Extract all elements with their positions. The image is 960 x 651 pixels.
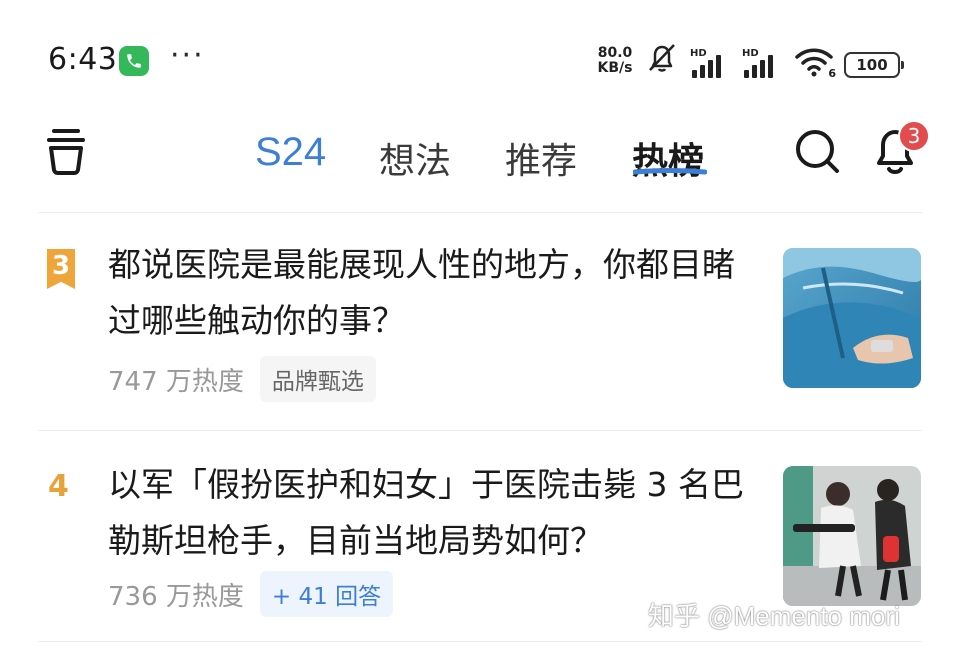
active-tab-indicator: [633, 168, 707, 175]
status-bar: 6:43 ··· 80.0 KB/s HD HD 6 100: [0, 0, 960, 110]
battery-level: 100: [856, 56, 888, 74]
network-speed: 80.0 KB/s: [593, 46, 637, 76]
cell-signal-1-icon: HD: [690, 48, 732, 78]
wifi-label: 6: [828, 67, 836, 80]
phone-call-icon[interactable]: [119, 46, 149, 76]
rank-number: 4: [48, 469, 69, 504]
hot-list-item[interactable]: 3 都说医院是最能展现人性的地方，你都目睹过哪些触动你的事？ 747 万热度 品…: [0, 213, 960, 430]
brand-tag[interactable]: 品牌甄选: [259, 356, 376, 402]
answer-count-tag[interactable]: + 41 回答: [259, 571, 394, 617]
question-thumbnail: [783, 248, 921, 388]
network-speed-value: 80.0: [597, 45, 633, 61]
notification-badge: 3: [898, 120, 930, 152]
watermark: 知乎 @Memento mori: [648, 601, 900, 631]
more-notifications-icon: ···: [170, 38, 205, 73]
status-time: 6:43: [48, 42, 118, 77]
tab-recommend[interactable]: 推荐: [505, 132, 577, 184]
status-icons: HD HD 6 100: [644, 42, 904, 80]
wifi-icon: 6: [794, 46, 836, 80]
divider: [38, 641, 922, 642]
item-meta: 747 万热度 品牌甄选: [108, 356, 376, 402]
search-button[interactable]: [790, 124, 844, 178]
cell-signal-2-icon: HD: [742, 48, 784, 78]
item-meta: 736 万热度 + 41 回答: [108, 571, 394, 617]
mute-bell-icon: [644, 42, 680, 78]
battery-icon: 100: [844, 52, 904, 78]
heat-count: 736 万热度: [108, 581, 244, 612]
rank-badge: 3: [47, 249, 75, 289]
tab-hot-list[interactable]: 热榜: [632, 132, 704, 184]
question-title[interactable]: 以军「假扮医护和妇女」于医院击毙 3 名巴勒斯坦枪手，目前当地局势如何？: [108, 457, 748, 569]
network-speed-unit: KB/s: [597, 60, 633, 76]
heat-count: 747 万热度: [108, 366, 244, 397]
question-thumbnail: [783, 466, 921, 606]
menu-button[interactable]: [42, 124, 90, 178]
stack-menu-icon: [47, 129, 85, 175]
top-nav: S24 想法 推荐 热榜: [0, 110, 960, 210]
question-title[interactable]: 都说医院是最能展现人性的地方，你都目睹过哪些触动你的事？: [108, 237, 748, 349]
tab-ideas[interactable]: 想法: [379, 132, 451, 184]
tab-s24[interactable]: S24: [255, 130, 326, 175]
search-icon: [796, 130, 839, 173]
